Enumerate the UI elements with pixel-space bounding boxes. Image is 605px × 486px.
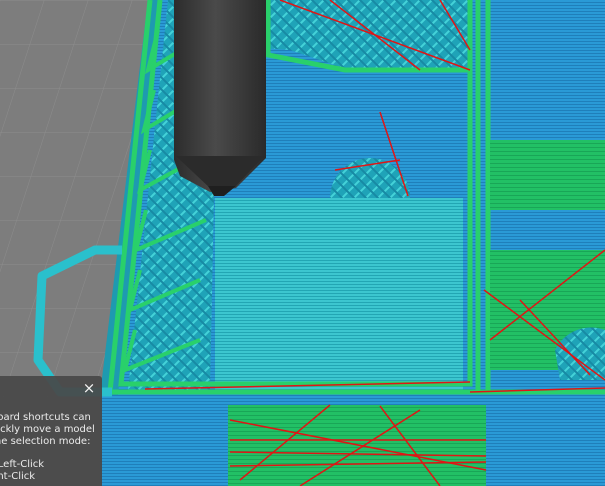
solid-infill-square [215,198,463,390]
tooltip-line: uickly move a model [0,424,95,435]
tooltip-line: board shortcuts can [0,412,91,423]
shortcut-left-click: - Left-Click [0,459,45,470]
shortcut-right-click: ght-Click [0,471,36,482]
tooltip-line: the selection mode: [0,436,91,447]
tooltip-body: board shortcuts can uickly move a model … [0,412,102,483]
green-infill-right-upper [490,140,605,210]
print-nozzle [174,0,266,196]
keyboard-shortcuts-tooltip: × board shortcuts can uickly move a mode… [0,376,102,486]
close-icon[interactable]: × [82,381,96,396]
